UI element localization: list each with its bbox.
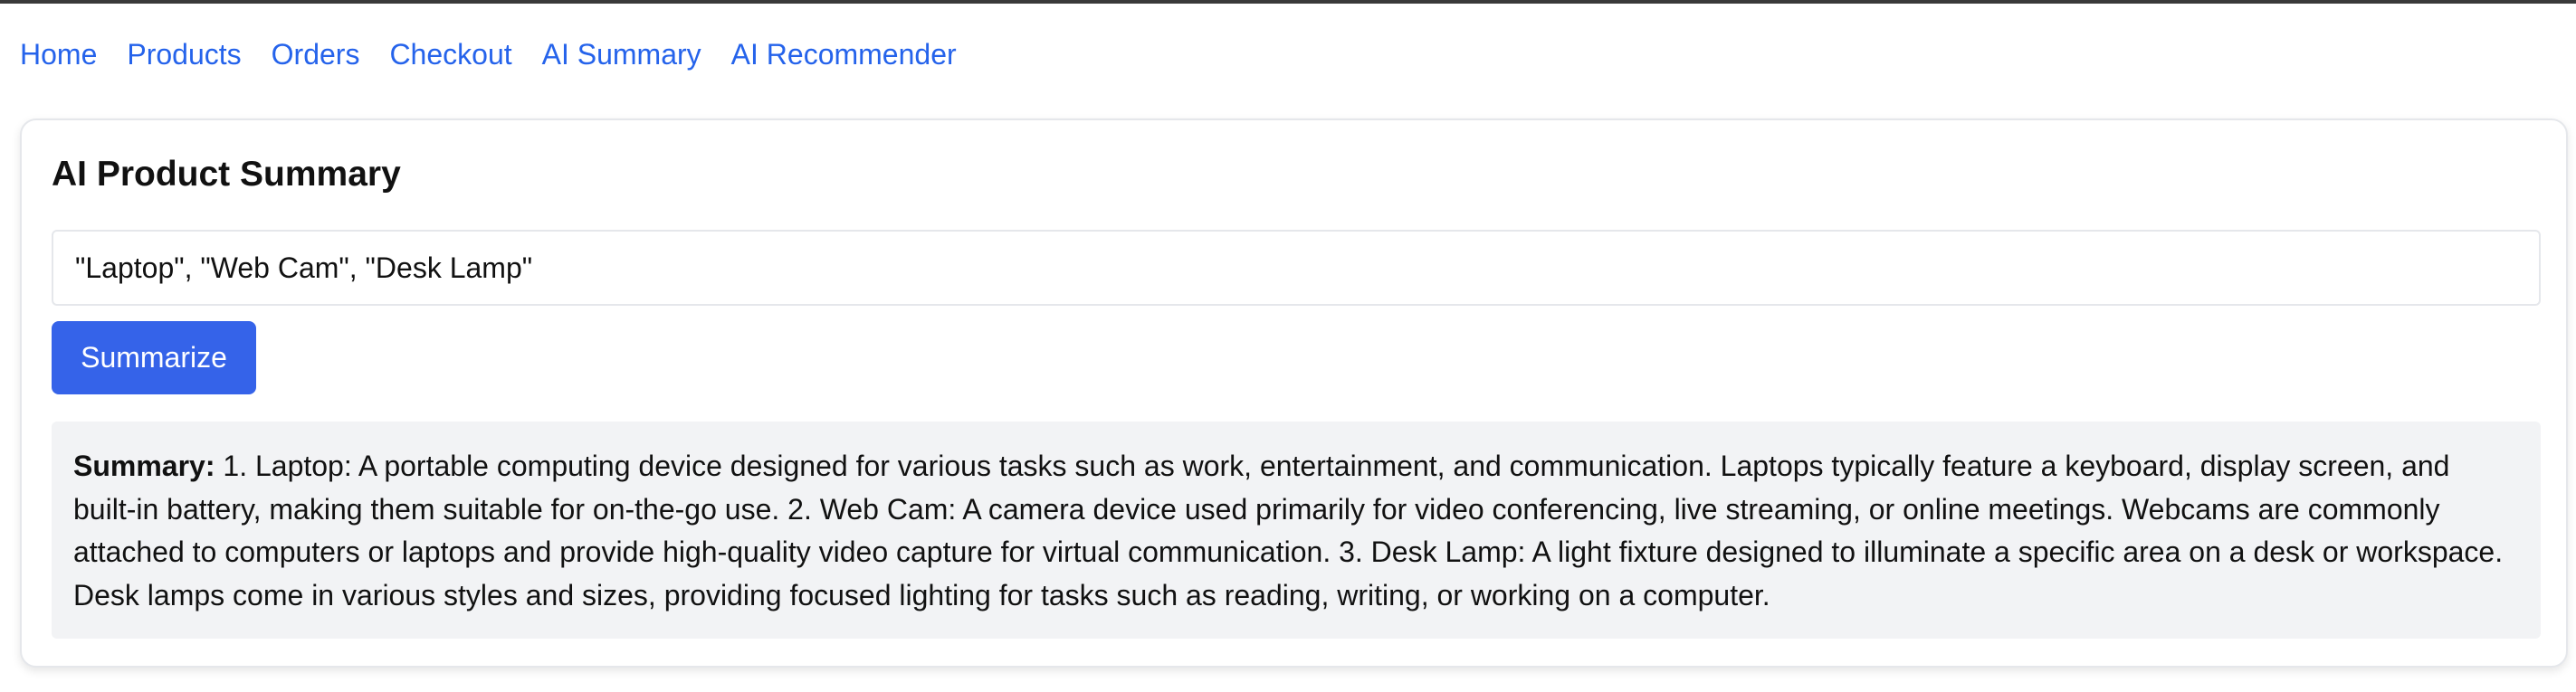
summary-result: Summary: 1. Laptop: A portable computing… [52,422,2541,639]
summary-card: AI Product Summary Summarize Summary: 1.… [20,118,2568,668]
products-input[interactable] [52,230,2541,306]
summary-text: 1. Laptop: A portable computing device d… [73,450,2504,611]
summary-label: Summary: [73,450,215,482]
nav-ai-recommender-link[interactable]: AI Recommender [731,34,957,74]
summarize-button[interactable]: Summarize [52,321,256,394]
top-border [0,0,2576,4]
page-title: AI Product Summary [52,155,401,194]
nav-products-link[interactable]: Products [127,34,241,74]
nav-orders-link[interactable]: Orders [272,34,360,74]
nav-ai-summary-link[interactable]: AI Summary [542,34,701,74]
nav-home-link[interactable]: Home [20,34,97,74]
top-nav: Home Products Orders Checkout AI Summary… [20,34,987,74]
nav-checkout-link[interactable]: Checkout [389,34,511,74]
